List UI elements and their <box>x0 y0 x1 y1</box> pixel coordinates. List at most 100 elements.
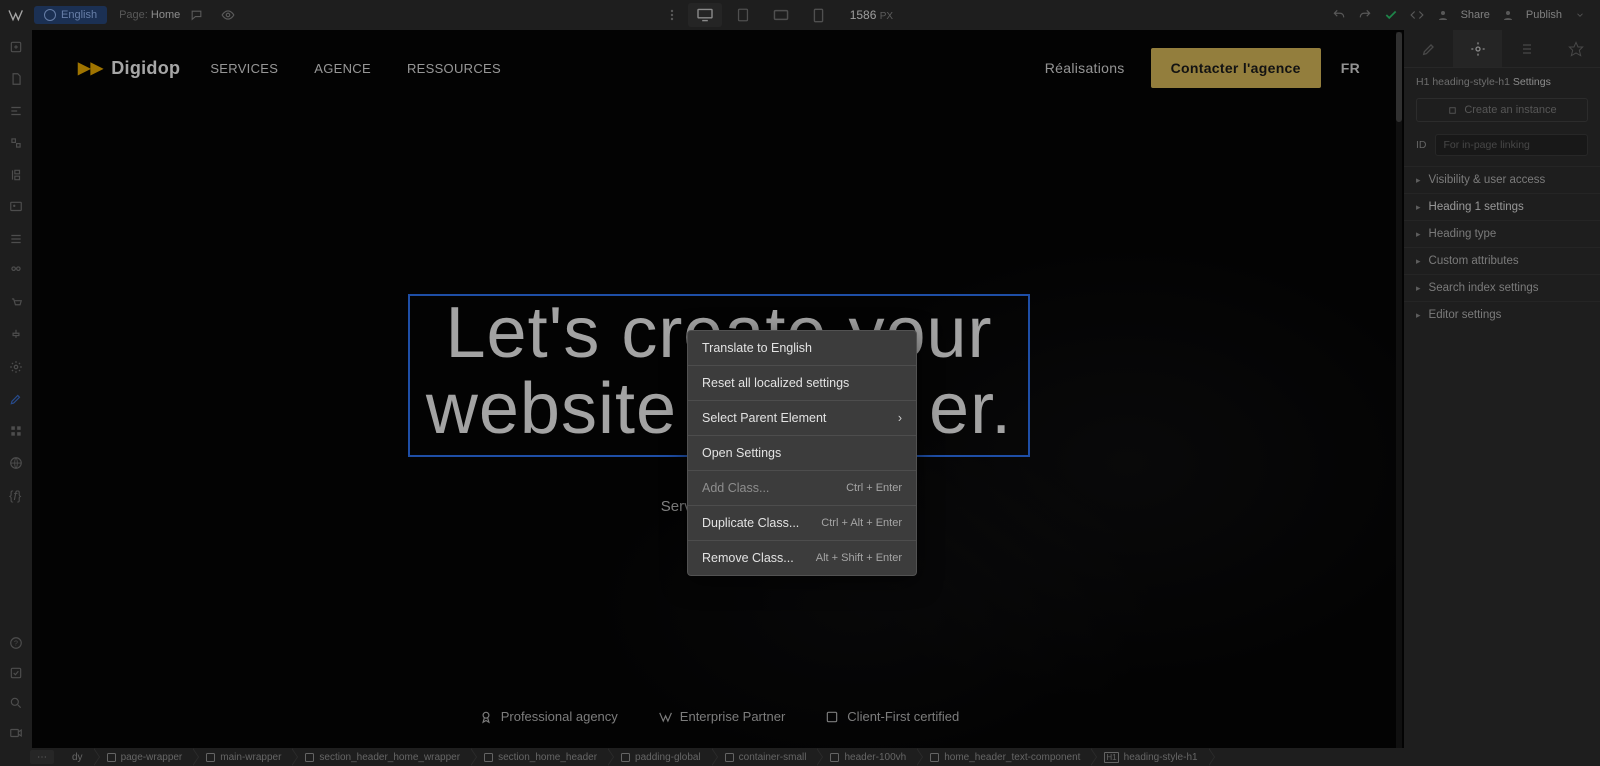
components-icon[interactable] <box>9 136 23 150</box>
context-menu: Translate to English Reset all localized… <box>687 330 917 576</box>
status-ok-icon <box>1383 7 1399 23</box>
page-name-display[interactable]: Page: Home <box>119 9 180 21</box>
user-icon[interactable] <box>1435 7 1451 23</box>
acc-heading-type[interactable]: Heading type <box>1404 220 1600 247</box>
breadcrumb-label: home_header_text-component <box>944 752 1080 763</box>
acc-custom-attributes[interactable]: Custom attributes <box>1404 247 1600 274</box>
breakpoint-tablet[interactable] <box>726 3 760 27</box>
language-selector[interactable]: English <box>34 6 107 24</box>
tab-style-manager[interactable] <box>1502 30 1551 67</box>
globe-icon[interactable] <box>9 456 23 470</box>
audit-icon[interactable] <box>9 666 23 680</box>
left-toolbar: {f} ? <box>0 30 32 750</box>
tab-interactions[interactable] <box>1551 30 1600 67</box>
language-switch[interactable]: FR <box>1341 60 1360 76</box>
font-icon[interactable]: {f} <box>9 488 23 502</box>
nav-realizations[interactable]: Réalisations <box>1045 60 1125 76</box>
breadcrumb-item[interactable]: container-small <box>711 748 817 766</box>
breadcrumb-item[interactable]: dy <box>58 748 93 766</box>
create-instance-button[interactable]: Create an instance <box>1416 98 1588 122</box>
pages-icon[interactable] <box>9 72 23 86</box>
undo-icon[interactable] <box>1331 7 1347 23</box>
acc-heading-settings[interactable]: Heading 1 settings <box>1404 193 1600 220</box>
ctx-reset-localized[interactable]: Reset all localized settings <box>688 365 916 400</box>
breakpoint-desktop[interactable] <box>688 3 722 27</box>
badge-professional: Professional agency <box>479 709 618 724</box>
tab-style[interactable] <box>1404 30 1453 67</box>
breadcrumb-item[interactable]: padding-global <box>607 748 711 766</box>
ctx-select-parent-label: Select Parent Element <box>702 411 826 425</box>
add-element-icon[interactable] <box>9 40 23 54</box>
ecommerce-icon[interactable] <box>9 296 23 310</box>
ctx-open-settings[interactable]: Open Settings <box>688 435 916 470</box>
breadcrumb-more[interactable]: ⋯ <box>30 750 54 764</box>
scrollbar-thumb[interactable] <box>1396 32 1402 122</box>
tab-element-settings[interactable] <box>1453 30 1502 67</box>
comments-icon[interactable] <box>183 2 209 28</box>
div-block-icon <box>621 753 630 762</box>
headline-line-2-left: website <box>426 369 677 449</box>
badge-partner-label: Enterprise Partner <box>680 709 786 724</box>
breadcrumb-label: dy <box>72 752 83 763</box>
code-export-icon[interactable] <box>1409 7 1425 23</box>
chevron-down-icon[interactable] <box>1572 7 1588 23</box>
breadcrumb-item[interactable]: page-wrapper <box>93 748 193 766</box>
language-label: English <box>61 9 97 21</box>
video-icon[interactable] <box>9 726 23 740</box>
contact-cta-button[interactable]: Contacter l'agence <box>1151 48 1321 88</box>
ctx-add-class[interactable]: Add Class... Ctrl + Enter <box>688 470 916 505</box>
logic-icon[interactable] <box>9 328 23 342</box>
help-icon[interactable]: ? <box>9 636 23 650</box>
breakpoint-mobile-portrait[interactable] <box>802 3 836 27</box>
variables-icon[interactable] <box>9 168 23 182</box>
acc-visibility[interactable]: Visibility & user access <box>1404 166 1600 193</box>
acc-search-index[interactable]: Search index settings <box>1404 274 1600 301</box>
id-label: ID <box>1416 139 1427 151</box>
heading-icon: H1 <box>1104 752 1118 763</box>
nav-ressources[interactable]: RESSOURCES <box>407 61 501 76</box>
redo-icon[interactable] <box>1357 7 1373 23</box>
apps-icon[interactable] <box>9 424 23 438</box>
element-settings-title: H1 heading-style-h1 Settings <box>1404 68 1600 94</box>
breadcrumb-item[interactable]: section_header_home_wrapper <box>291 748 470 766</box>
ctx-select-parent[interactable]: Select Parent Element <box>688 400 916 435</box>
acc-editor-settings[interactable]: Editor settings <box>1404 301 1600 328</box>
canvas-width-display[interactable]: 1586 PX <box>850 8 893 22</box>
cms-icon[interactable] <box>9 232 23 246</box>
brand-logo[interactable]: ▶▶ Digidop <box>78 58 180 79</box>
ctx-translate[interactable]: Translate to English <box>688 331 916 365</box>
canvas-scrollbar[interactable] <box>1396 32 1402 750</box>
breadcrumb-label: header-100vh <box>844 752 906 763</box>
id-input[interactable]: For in-page linking <box>1435 134 1589 156</box>
breakpoint-menu-icon[interactable] <box>659 2 685 28</box>
breadcrumb-item[interactable]: H1 heading-style-h1 <box>1090 748 1207 766</box>
pen-icon[interactable] <box>9 392 23 406</box>
settings-title-prefix: H1 heading-style-h1 <box>1416 76 1513 88</box>
ctx-duplicate-class[interactable]: Duplicate Class... Ctrl + Alt + Enter <box>688 505 916 540</box>
breadcrumb-item[interactable]: section_home_header <box>470 748 607 766</box>
breadcrumb-item[interactable]: header-100vh <box>816 748 916 766</box>
settings-icon[interactable] <box>9 360 23 374</box>
id-placeholder: For in-page linking <box>1444 139 1530 151</box>
site-navbar: ▶▶ Digidop SERVICES AGENCE RESSOURCES Ré… <box>38 32 1400 104</box>
nav-services[interactable]: SERVICES <box>210 61 278 76</box>
breadcrumb-item[interactable]: home_header_text-component <box>916 748 1090 766</box>
ctx-add-class-kbd: Ctrl + Enter <box>846 482 902 494</box>
breakpoint-mobile-landscape[interactable] <box>764 3 798 27</box>
ctx-remove-class[interactable]: Remove Class... Alt + Shift + Enter <box>688 540 916 575</box>
breadcrumb-label: heading-style-h1 <box>1124 752 1198 763</box>
headline-line-2-right: er. <box>929 369 1012 449</box>
publish-button[interactable]: Publish <box>1526 9 1562 21</box>
breadcrumb-bar: ⋯ dy page-wrapper main-wrapper section_h… <box>0 748 1600 766</box>
preview-eye-icon[interactable] <box>215 2 241 28</box>
navigator-icon[interactable] <box>9 104 23 118</box>
share-button[interactable]: Share <box>1461 9 1490 21</box>
breadcrumb-item[interactable]: main-wrapper <box>192 748 291 766</box>
webflow-icon <box>658 710 672 724</box>
users-icon[interactable] <box>9 264 23 278</box>
nav-agence[interactable]: AGENCE <box>314 61 371 76</box>
search-icon[interactable] <box>9 696 23 710</box>
webflow-logo[interactable] <box>0 0 30 30</box>
assets-icon[interactable] <box>9 200 23 214</box>
primary-nav: SERVICES AGENCE RESSOURCES <box>210 61 501 76</box>
